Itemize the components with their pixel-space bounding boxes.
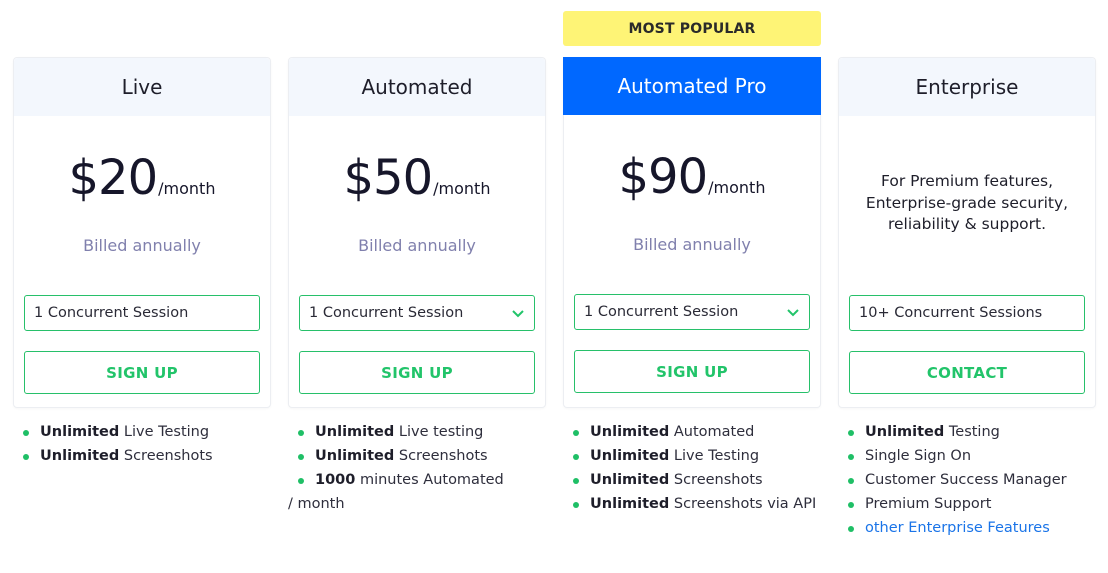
plan-title: Live <box>14 58 270 116</box>
sessions-value: 1 Concurrent Session <box>584 304 739 320</box>
feature-list-live: Unlimited Live Testing Unlimited Screens… <box>20 420 278 468</box>
plan-card-enterprise: Enterprise For Premium features, Enterpr… <box>838 57 1096 408</box>
billing-note: Billed annually <box>83 236 201 255</box>
feature-emphasis: Unlimited <box>40 424 120 440</box>
plan-description: For Premium features, Enterprise-grade s… <box>865 172 1069 233</box>
billing-note: Billed annually <box>633 235 751 254</box>
feature-item: Unlimited Screenshots via API <box>570 492 828 516</box>
feature-text: Screenshots via API <box>669 496 817 512</box>
plan-title: Automated Pro <box>563 57 821 115</box>
chevron-down-icon <box>787 309 799 317</box>
price-amount: $20 <box>68 150 159 206</box>
feature-text: Live Testing <box>119 424 210 440</box>
price: $50 /month <box>289 154 545 202</box>
feature-emphasis: Unlimited <box>315 424 395 440</box>
price: $90 /month <box>564 153 820 201</box>
feature-emphasis: Unlimited <box>590 496 670 512</box>
bullet-icon <box>573 454 579 460</box>
sessions-value: 1 Concurrent Session <box>309 305 464 321</box>
feature-item: other Enterprise Features <box>845 516 1103 540</box>
bullet-icon <box>848 430 854 436</box>
sessions-select[interactable]: 1 Concurrent Session <box>574 294 810 330</box>
sessions-value: 10+ Concurrent Sessions <box>859 305 1043 321</box>
bullet-icon <box>573 502 579 508</box>
feature-emphasis: Unlimited <box>40 448 120 464</box>
chevron-down-icon <box>512 310 524 318</box>
feature-text: Screenshots <box>119 448 213 464</box>
feature-item: Unlimited Live Testing <box>20 420 278 444</box>
bullet-icon <box>23 454 29 460</box>
feature-text: Live Testing <box>669 448 760 464</box>
feature-text: Single Sign On <box>865 448 972 464</box>
billing-note: Billed annually <box>358 236 476 255</box>
feature-item: Premium Support <box>845 492 1103 516</box>
feature-text: Screenshots <box>669 472 763 488</box>
feature-item: Unlimited Testing <box>845 420 1103 444</box>
bullet-icon <box>298 478 304 484</box>
plan-card-automated: Automated $50 /month Billed annually 1 C… <box>288 57 546 408</box>
price-amount: $50 <box>343 150 434 206</box>
price-period: /month <box>158 179 216 198</box>
feature-emphasis: Unlimited <box>865 424 945 440</box>
feature-emphasis: Unlimited <box>590 424 670 440</box>
feature-list-automated-pro: Unlimited Automated Unlimited Live Testi… <box>570 420 828 516</box>
bullet-icon <box>848 478 854 484</box>
bullet-icon <box>848 454 854 460</box>
price-period: /month <box>433 179 491 198</box>
plan-card-live: Live $20 /month Billed annually 1 Concur… <box>13 57 271 408</box>
sign-up-button[interactable]: SIGN UP <box>24 351 260 394</box>
bullet-icon <box>573 430 579 436</box>
feature-item: Unlimited Screenshots <box>20 444 278 468</box>
feature-emphasis: Unlimited <box>590 448 670 464</box>
feature-item: Unlimited Automated <box>570 420 828 444</box>
feature-text: Screenshots <box>394 448 488 464</box>
sign-up-button[interactable]: SIGN UP <box>574 350 810 393</box>
feature-text: Live testing <box>394 424 484 440</box>
bullet-icon <box>573 478 579 484</box>
price-amount: $90 <box>618 149 709 205</box>
bullet-icon <box>848 526 854 532</box>
bullet-icon <box>23 430 29 436</box>
feature-text: Premium Support <box>865 496 992 512</box>
plan-card-automated-pro: Automated Pro $90 /month Billed annually… <box>563 57 821 408</box>
plan-title: Automated <box>289 58 545 116</box>
feature-list-automated: Unlimited Live testing Unlimited Screens… <box>288 420 546 516</box>
enterprise-features-link[interactable]: other Enterprise Features <box>865 520 1050 536</box>
feature-text: Testing <box>944 424 1000 440</box>
feature-item: Unlimited Screenshots <box>288 444 546 468</box>
feature-item: Unlimited Live Testing <box>570 444 828 468</box>
sessions-field[interactable]: 1 Concurrent Session <box>24 295 260 331</box>
sessions-value: 1 Concurrent Session <box>34 305 189 321</box>
sign-up-button[interactable]: SIGN UP <box>299 351 535 394</box>
feature-item: 1000 minutes Automated / month <box>288 468 513 516</box>
bullet-icon <box>848 502 854 508</box>
bullet-icon <box>298 454 304 460</box>
price: $20 /month <box>14 154 270 202</box>
bullet-icon <box>298 430 304 436</box>
price-period: /month <box>708 178 766 197</box>
feature-list-enterprise: Unlimited Testing Single Sign On Custome… <box>845 420 1103 540</box>
feature-item: Unlimited Screenshots <box>570 468 828 492</box>
feature-text: Automated <box>669 424 755 440</box>
feature-emphasis: 1000 <box>315 472 356 488</box>
feature-item: Customer Success Manager <box>845 468 1103 492</box>
sessions-select[interactable]: 1 Concurrent Session <box>299 295 535 331</box>
feature-emphasis: Unlimited <box>315 448 395 464</box>
contact-button[interactable]: CONTACT <box>849 351 1085 394</box>
plan-title: Enterprise <box>839 58 1095 116</box>
sessions-field[interactable]: 10+ Concurrent Sessions <box>849 295 1085 331</box>
most-popular-badge: MOST POPULAR <box>563 11 821 46</box>
feature-text: Customer Success Manager <box>865 472 1067 488</box>
feature-emphasis: Unlimited <box>590 472 670 488</box>
feature-item: Unlimited Live testing <box>288 420 546 444</box>
feature-item: Single Sign On <box>845 444 1103 468</box>
